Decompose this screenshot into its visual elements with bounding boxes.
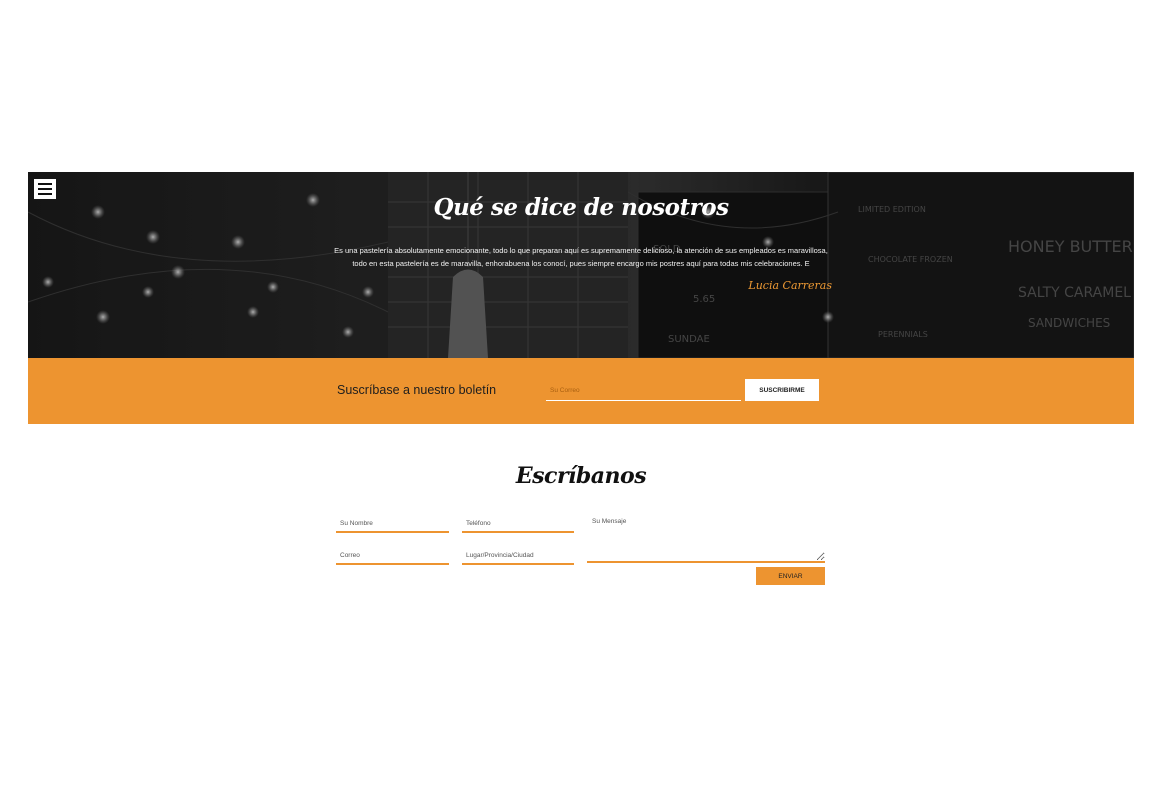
testimonial-title: Qué se dice de nosotros xyxy=(433,194,729,221)
menu-bar xyxy=(38,188,52,190)
message-textarea[interactable] xyxy=(587,516,825,563)
contact-title: Escríbanos xyxy=(515,463,647,489)
testimonial-quote: Es una pastelería absolutamente emociona… xyxy=(334,246,828,268)
email-field[interactable] xyxy=(336,548,449,565)
phone-field[interactable] xyxy=(462,516,574,533)
menu-bar xyxy=(38,183,52,185)
newsletter-email-input[interactable] xyxy=(546,380,741,401)
testimonial-author: Lucia Carreras xyxy=(748,279,832,292)
newsletter-section: Suscríbase a nuestro boletín SUSCRIBIRME xyxy=(28,358,1134,424)
newsletter-label: Suscríbase a nuestro boletín xyxy=(337,383,497,397)
testimonial-section: SOLD 5.65 SUNDAE LIMITED EDITION CHOCOLA… xyxy=(28,172,1134,358)
page: SOLD 5.65 SUNDAE LIMITED EDITION CHOCOLA… xyxy=(0,0,1170,800)
name-field[interactable] xyxy=(336,516,449,533)
subscribe-button[interactable]: SUSCRIBIRME xyxy=(745,379,819,401)
location-field[interactable] xyxy=(462,548,574,565)
send-button[interactable]: ENVIAR xyxy=(756,567,825,585)
